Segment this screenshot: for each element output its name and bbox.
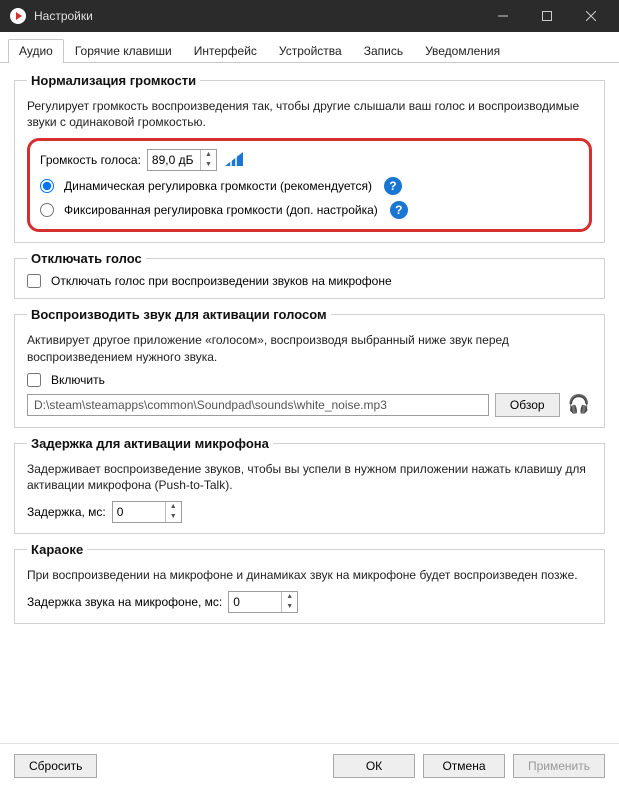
radio-fixed-label: Фиксированная регулировка громкости (доп…: [64, 203, 378, 217]
spin-down-icon[interactable]: ▼: [201, 160, 216, 170]
group-karaoke: Караоке При воспроизведении на микрофоне…: [14, 542, 605, 624]
voice-volume-label: Громкость голоса:: [40, 153, 141, 167]
footer: Сбросить ОК Отмена Применить: [0, 743, 619, 787]
sound-path-field[interactable]: D:\steam\steamapps\common\Soundpad\sound…: [27, 394, 489, 416]
tabs: Аудио Горячие клавиши Интерфейс Устройст…: [0, 32, 619, 63]
group-legend: Нормализация громкости: [27, 73, 200, 88]
voice-activation-enable-checkbox[interactable]: [27, 373, 41, 387]
help-icon[interactable]: ?: [390, 201, 408, 219]
headphones-icon[interactable]: 🎧: [566, 394, 592, 415]
voice-volume-spinner[interactable]: ▲▼: [147, 149, 217, 171]
group-desc: Задерживает воспроизведение звуков, чтоб…: [27, 461, 592, 493]
tab-notifications[interactable]: Уведомления: [414, 39, 511, 63]
group-mute-voice: Отключать голос Отключать голос при восп…: [14, 251, 605, 299]
highlight-box: Громкость голоса: ▲▼ Динамическая регули…: [27, 138, 592, 232]
spin-down-icon[interactable]: ▼: [282, 602, 297, 612]
karaoke-delay-spinner[interactable]: ▲▼: [228, 591, 298, 613]
radio-dynamic[interactable]: [40, 179, 54, 193]
window-title: Настройки: [34, 9, 93, 23]
group-legend: Караоке: [27, 542, 87, 557]
mute-voice-checkbox[interactable]: [27, 274, 41, 288]
content-scroll[interactable]: Нормализация громкости Регулирует громко…: [0, 63, 619, 745]
titlebar: Настройки: [0, 0, 619, 32]
group-desc: Регулирует громкость воспроизведения так…: [27, 98, 592, 130]
radio-dynamic-label: Динамическая регулировка громкости (реко…: [64, 179, 372, 193]
maximize-button[interactable]: [525, 0, 569, 32]
spin-up-icon[interactable]: ▲: [166, 502, 181, 512]
mic-delay-spinner[interactable]: ▲▼: [112, 501, 182, 523]
voice-activation-enable-label: Включить: [51, 373, 105, 387]
mic-delay-input[interactable]: [113, 502, 165, 522]
volume-meter-icon[interactable]: [223, 150, 245, 171]
reset-button[interactable]: Сбросить: [14, 754, 97, 778]
group-mic-delay: Задержка для активации микрофона Задержи…: [14, 436, 605, 534]
tab-hotkeys[interactable]: Горячие клавиши: [64, 39, 183, 63]
radio-fixed[interactable]: [40, 203, 54, 217]
apply-button[interactable]: Применить: [513, 754, 605, 778]
tab-devices[interactable]: Устройства: [268, 39, 353, 63]
group-legend: Воспроизводить звук для активации голосо…: [27, 307, 331, 322]
app-icon: [10, 8, 26, 24]
close-button[interactable]: [569, 0, 613, 32]
spin-up-icon[interactable]: ▲: [282, 592, 297, 602]
karaoke-delay-label: Задержка звука на микрофоне, мс:: [27, 595, 222, 609]
browse-button[interactable]: Обзор: [495, 393, 560, 417]
mic-delay-label: Задержка, мс:: [27, 505, 106, 519]
tab-audio[interactable]: Аудио: [8, 39, 64, 63]
group-desc: Активирует другое приложение «голосом», …: [27, 332, 592, 364]
mute-voice-label: Отключать голос при воспроизведении звук…: [51, 274, 392, 288]
karaoke-delay-input[interactable]: [229, 592, 281, 612]
tab-interface[interactable]: Интерфейс: [183, 39, 268, 63]
group-legend: Задержка для активации микрофона: [27, 436, 273, 451]
group-voice-activation: Воспроизводить звук для активации голосо…: [14, 307, 605, 427]
voice-volume-input[interactable]: [148, 150, 200, 170]
group-legend: Отключать голос: [27, 251, 146, 266]
ok-button[interactable]: ОК: [333, 754, 415, 778]
group-normalization: Нормализация громкости Регулирует громко…: [14, 73, 605, 243]
tab-record[interactable]: Запись: [353, 39, 414, 63]
cancel-button[interactable]: Отмена: [423, 754, 505, 778]
group-desc: При воспроизведении на микрофоне и динам…: [27, 567, 592, 583]
spin-down-icon[interactable]: ▼: [166, 512, 181, 522]
help-icon[interactable]: ?: [384, 177, 402, 195]
spin-up-icon[interactable]: ▲: [201, 150, 216, 160]
minimize-button[interactable]: [481, 0, 525, 32]
